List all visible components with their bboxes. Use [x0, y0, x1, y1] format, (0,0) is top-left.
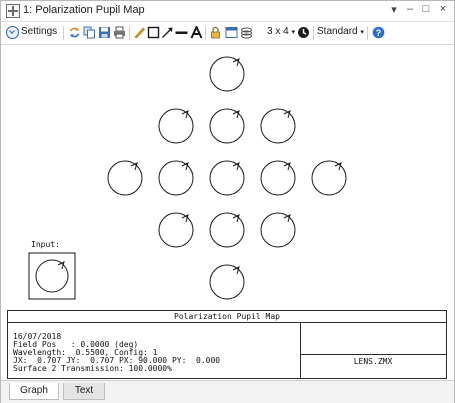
- help-icon[interactable]: ?: [372, 26, 385, 39]
- settings-chevron-icon[interactable]: [6, 26, 19, 39]
- polarization-ellipse: [260, 212, 296, 248]
- line-arrow-icon[interactable]: [161, 26, 174, 39]
- toolbar-separator: [63, 26, 64, 40]
- save-icon[interactable]: [98, 26, 111, 39]
- input-polarization-box: [28, 252, 76, 300]
- polarization-ellipses: [107, 56, 347, 300]
- lock-icon[interactable]: [209, 26, 222, 39]
- text-icon[interactable]: [190, 26, 203, 39]
- info-panel-title: Polarization Pupil Map: [8, 311, 446, 323]
- info-transmission: Surface 2 Transmission: 100.0000%: [13, 364, 172, 373]
- info-divider: [300, 354, 446, 355]
- pencil-icon[interactable]: [133, 26, 146, 39]
- polarization-ellipse: [209, 160, 245, 196]
- polarization-ellipse: [158, 160, 194, 196]
- refresh-icon[interactable]: [68, 26, 81, 39]
- tab-text[interactable]: Text: [63, 383, 105, 400]
- title-bar: 1: Polarization Pupil Map ▾ – □ ×: [1, 1, 454, 22]
- line-icon[interactable]: [175, 26, 188, 39]
- polarization-ellipse: [260, 160, 296, 196]
- layers-icon[interactable]: [240, 26, 253, 39]
- layout-dropdown[interactable]: 3 x 4 ▾: [267, 26, 295, 37]
- rectangle-icon[interactable]: [147, 26, 160, 39]
- window-title: 1: Polarization Pupil Map: [23, 4, 145, 16]
- polarization-ellipse: [209, 56, 245, 92]
- window-app-icon: [6, 4, 20, 18]
- toolbar-separator: [367, 26, 368, 40]
- copy-icon[interactable]: [83, 26, 96, 39]
- polarization-ellipse: [311, 160, 347, 196]
- polarization-pupil-map-window: 1: Polarization Pupil Map ▾ – □ × Settin…: [0, 0, 455, 403]
- clock-icon[interactable]: [297, 26, 310, 39]
- tab-bar: Graph Text: [1, 380, 454, 403]
- window-icon[interactable]: [225, 26, 238, 39]
- toolbar-separator: [205, 26, 206, 40]
- tab-graph[interactable]: Graph: [9, 383, 59, 400]
- pupil-map-canvas: [28, 56, 347, 300]
- settings-button[interactable]: Settings: [21, 26, 57, 37]
- polarization-ellipse: [209, 264, 245, 300]
- polarization-ellipse: [209, 212, 245, 248]
- window-menu-dropdown-icon[interactable]: ▾: [388, 3, 400, 16]
- polarization-ellipse: [158, 108, 194, 144]
- polarization-ellipse: [158, 212, 194, 248]
- minimize-button[interactable]: –: [404, 3, 416, 15]
- polarization-ellipse: [209, 108, 245, 144]
- polarization-ellipse: [260, 108, 296, 144]
- lens-file-name: LENS.ZMX: [353, 357, 393, 366]
- pupil-map-plot: Input:: [5, 46, 446, 308]
- svg-text:?: ?: [376, 28, 382, 38]
- close-button[interactable]: ×: [437, 3, 449, 15]
- print-icon[interactable]: [113, 26, 126, 39]
- info-divider: [300, 322, 301, 378]
- info-panel: Polarization Pupil Map 16/07/2018 Field …: [7, 310, 447, 379]
- toolbar: Settings 3 x 4 ▾ Standard ▾ ?: [1, 22, 454, 45]
- polarization-ellipse: [107, 160, 143, 196]
- toolbar-separator: [313, 26, 314, 40]
- maximize-button[interactable]: □: [420, 3, 432, 15]
- toolbar-separator: [129, 26, 130, 40]
- input-label: Input:: [31, 240, 60, 249]
- standard-dropdown[interactable]: Standard ▾: [317, 26, 364, 37]
